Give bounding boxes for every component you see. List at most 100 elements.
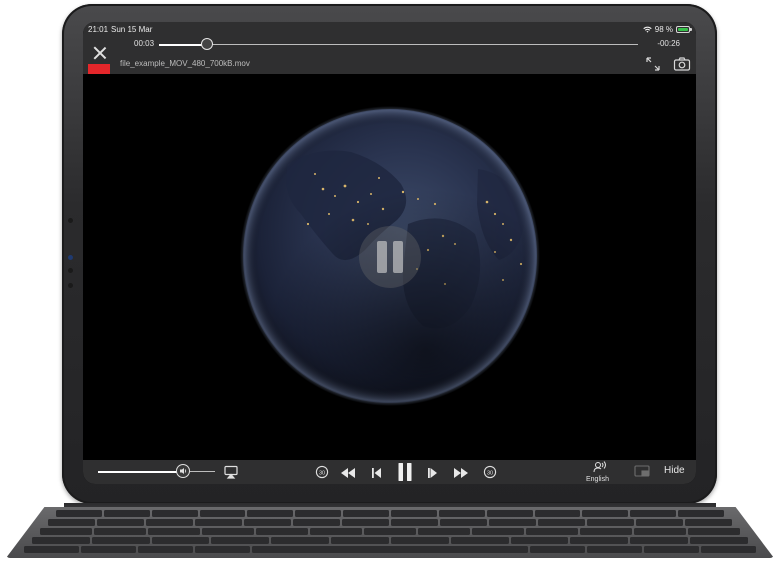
keyboard-key: [94, 528, 146, 535]
close-icon[interactable]: [93, 46, 107, 60]
keyboard-key: [580, 528, 632, 535]
volume-slider[interactable]: [98, 464, 215, 478]
keyboard-key: [688, 528, 740, 535]
keyboard-key: [700, 546, 757, 553]
keyboard-key: [391, 519, 438, 526]
keyboard-key: [211, 537, 270, 544]
keyboard-key: [199, 510, 246, 517]
keyboard-key: [48, 519, 95, 526]
keyboard-key: [440, 519, 487, 526]
keyboard-key: [247, 510, 294, 517]
side-sensor: [68, 268, 73, 273]
keyboard-key: [587, 519, 634, 526]
record-indicator: [88, 64, 110, 74]
skip-back-30-icon[interactable]: 30: [315, 465, 329, 484]
camera-icon[interactable]: [673, 56, 691, 72]
keyboard-row: [48, 519, 732, 526]
picture-in-picture-icon[interactable]: [634, 465, 650, 483]
keyboard-row: [24, 546, 757, 553]
keyboard-key: [636, 519, 683, 526]
volume-handle[interactable]: [176, 464, 191, 478]
keyboard-key: [195, 546, 251, 553]
battery-icon: [676, 26, 692, 33]
center-pause-button[interactable]: [359, 226, 421, 288]
fast-forward-icon[interactable]: [453, 466, 469, 484]
scrubber-handle[interactable]: [200, 38, 213, 50]
keyboard-key: [151, 510, 198, 517]
keyboard-key: [271, 537, 330, 544]
expand-icon[interactable]: [645, 56, 661, 72]
keyboard-key: [295, 510, 342, 517]
wifi-icon: [643, 26, 652, 33]
keyboard-key: [678, 510, 725, 517]
keyboard-key: [534, 510, 581, 517]
svg-text:30: 30: [319, 470, 325, 476]
keyboard-key: [486, 510, 533, 517]
keyboard-key: [472, 528, 524, 535]
keyboard-key: [582, 510, 629, 517]
keyboard-key: [148, 528, 200, 535]
progress-fill: [159, 43, 207, 46]
rewind-icon[interactable]: [340, 466, 356, 484]
skip-forward-30-icon[interactable]: 30: [483, 465, 497, 484]
keyboard-key: [390, 537, 449, 544]
keyboard-key: [529, 546, 585, 553]
keyboard-key: [391, 510, 437, 517]
keyboard-key: [103, 510, 150, 517]
keyboard-key: [586, 546, 642, 553]
keyboard-row: [40, 528, 740, 535]
keyboard-key: [138, 546, 194, 553]
keyboard-key: [570, 537, 629, 544]
side-sensor: [68, 255, 73, 260]
hide-controls-button[interactable]: Hide: [664, 465, 685, 476]
keyboard-key: [97, 519, 144, 526]
keyboard-key: [685, 519, 732, 526]
pause-icon[interactable]: [397, 462, 413, 484]
keyboard-key: [634, 528, 686, 535]
player-screen: 21:01 Sun 15 Mar 98 % 00:03 -00:26 file_…: [83, 22, 696, 484]
video-frame[interactable]: [83, 74, 696, 460]
next-frame-icon[interactable]: [427, 466, 438, 484]
status-time: 21:01: [88, 25, 109, 34]
keyboard-key: [342, 519, 389, 526]
battery-level: [678, 28, 688, 31]
keyboard-key: [526, 528, 578, 535]
top-control-bar: 21:01 Sun 15 Mar 98 % 00:03 -00:26 file_…: [83, 22, 696, 74]
keyboard-key: [489, 519, 536, 526]
keyboard-key: [510, 537, 569, 544]
subtitle-language-label[interactable]: English: [586, 476, 609, 483]
elapsed-time: 00:03: [134, 39, 155, 48]
keyboard-key: [81, 546, 137, 553]
keyboard-key: [364, 528, 416, 535]
pause-icon: [393, 241, 403, 273]
keyboard-key: [32, 537, 90, 544]
keyboard-key: [256, 528, 308, 535]
keyboard-key: [252, 546, 528, 553]
keyboard-row: [56, 510, 725, 517]
keyboard-key: [151, 537, 210, 544]
keyboard-key: [643, 546, 699, 553]
file-name: file_example_MOV_480_700kB.mov: [120, 59, 250, 68]
keyboard-key: [293, 519, 340, 526]
bottom-control-bar: 30 30 English Hide: [83, 460, 696, 484]
keyboard-key: [438, 510, 485, 517]
keyboard-key: [56, 510, 102, 517]
keyboard-key: [418, 528, 470, 535]
keyboard-key: [343, 510, 390, 517]
keyboard-key: [146, 519, 193, 526]
side-sensor: [68, 218, 73, 223]
keyboard-key: [630, 537, 689, 544]
keyboard-key: [690, 537, 748, 544]
previous-frame-icon[interactable]: [371, 466, 382, 484]
smart-keyboard: [6, 507, 774, 558]
airplay-icon[interactable]: [224, 465, 238, 484]
pause-icon: [377, 241, 387, 273]
keyboard-key: [244, 519, 291, 526]
progress-scrubber[interactable]: [159, 38, 638, 50]
volume-fill: [98, 470, 184, 473]
keyboard-key: [310, 528, 362, 535]
svg-text:30: 30: [487, 470, 493, 476]
keyboard-key: [91, 537, 150, 544]
keyboard-key: [24, 546, 80, 553]
keyboard-key: [538, 519, 585, 526]
